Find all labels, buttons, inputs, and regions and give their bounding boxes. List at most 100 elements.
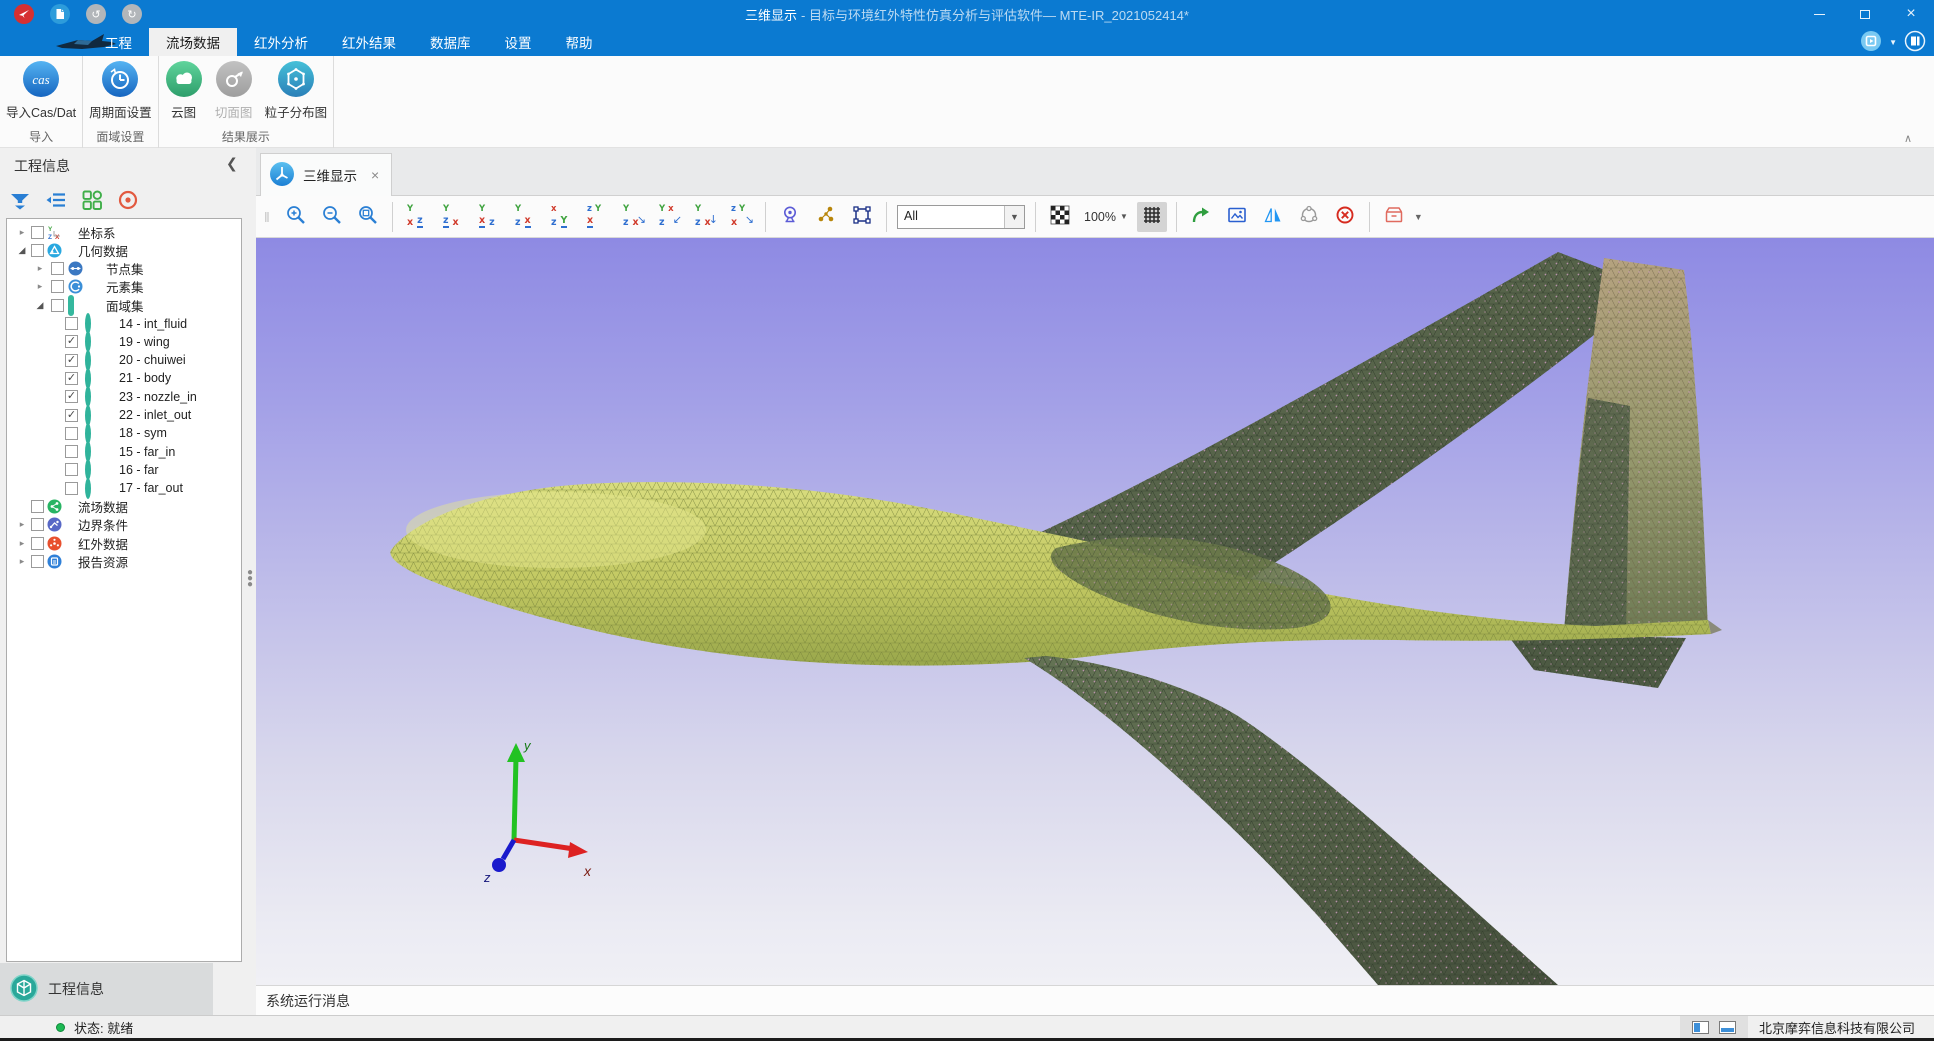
tree-row[interactable]: 18 - sym xyxy=(7,424,241,442)
tree-checkbox[interactable] xyxy=(65,463,78,476)
outline-list-icon[interactable] xyxy=(44,188,68,212)
tree-checkbox[interactable] xyxy=(31,537,44,550)
minimize-button[interactable] xyxy=(1796,0,1842,28)
sidebar-collapse-button[interactable]: ❮ xyxy=(226,155,238,172)
tree-row[interactable]: ◢面域集 xyxy=(7,296,241,314)
redo-icon[interactable]: ↻ xyxy=(122,4,142,24)
tree-checkbox[interactable]: ✓ xyxy=(65,390,78,403)
particle-map-button[interactable]: 粒子分布图 xyxy=(259,60,334,121)
tree-checkbox[interactable]: ✓ xyxy=(65,372,78,385)
expander-closed-icon[interactable]: ▸ xyxy=(35,263,45,274)
tree-checkbox[interactable] xyxy=(31,500,44,513)
filter-icon[interactable] xyxy=(8,188,32,212)
app-launch-icon[interactable] xyxy=(14,4,34,24)
tree-checkbox[interactable] xyxy=(31,555,44,568)
close-button[interactable]: × xyxy=(1888,0,1934,28)
expander-open-icon[interactable]: ◢ xyxy=(35,300,45,311)
menu-item-1[interactable]: 工程 xyxy=(88,28,149,56)
new-file-icon[interactable] xyxy=(50,4,70,24)
expander-open-icon[interactable]: ◢ xyxy=(17,245,27,256)
menu-item-3[interactable]: 红外分析 xyxy=(237,28,325,56)
tab-close-icon[interactable]: × xyxy=(371,167,379,183)
undo-icon[interactable]: ↺ xyxy=(86,4,106,24)
tree-checkbox[interactable] xyxy=(31,226,44,239)
tree-checkbox[interactable] xyxy=(51,262,64,275)
combo-dropdown-icon[interactable]: ▼ xyxy=(1004,206,1024,228)
view-orient-10-button[interactable]: zYx↘ xyxy=(726,202,756,232)
tree-row[interactable]: 17 - far_out xyxy=(7,479,241,497)
view-orient-4-button[interactable]: Yzx xyxy=(510,202,540,232)
periodic-face-button[interactable]: 周期面设置 xyxy=(83,60,158,121)
maximize-button[interactable] xyxy=(1842,0,1888,28)
zoom-in-button[interactable] xyxy=(281,202,311,232)
ribbon-collapse-button[interactable]: ∧ xyxy=(1904,132,1912,145)
tree-checkbox[interactable] xyxy=(51,280,64,293)
help-book-icon[interactable] xyxy=(1904,30,1926,55)
remove-button[interactable] xyxy=(1330,202,1360,232)
tree-row[interactable]: ✓20 - chuiwei xyxy=(7,351,241,369)
transparency-button[interactable] xyxy=(1045,202,1075,232)
view-orient-3-button[interactable]: Yxz xyxy=(474,202,504,232)
tree-row[interactable]: ✓21 - body xyxy=(7,369,241,387)
tab-3d-view[interactable]: 三维显示 × xyxy=(260,153,392,196)
tree-row[interactable]: ▸YZX坐标系 xyxy=(7,223,241,241)
menu-right-dropdown-icon[interactable]: ▼ xyxy=(1889,38,1897,47)
menu-item-7[interactable]: 帮助 xyxy=(549,28,610,56)
tree-row[interactable]: ✓23 - nozzle_in xyxy=(7,388,241,406)
tree-row[interactable]: ✓22 - inlet_out xyxy=(7,406,241,424)
view-orient-2-button[interactable]: Yzx xyxy=(438,202,468,232)
menu-item-4[interactable]: 红外结果 xyxy=(325,28,413,56)
tree-checkbox[interactable] xyxy=(65,317,78,330)
menu-item-2[interactable]: 流场数据 xyxy=(149,28,237,56)
locate-target-icon[interactable] xyxy=(116,188,140,212)
tree-checkbox[interactable] xyxy=(65,445,78,458)
mesh-grid-button[interactable] xyxy=(1137,202,1167,232)
import-cas-dat-button[interactable]: cas导入Cas/Dat xyxy=(0,60,82,121)
zoom-fit-button[interactable] xyxy=(353,202,383,232)
expander-closed-icon[interactable]: ▸ xyxy=(35,281,45,292)
expander-closed-icon[interactable]: ▸ xyxy=(17,556,27,567)
view-orient-6-button[interactable]: zYx xyxy=(582,202,612,232)
view-orient-5-button[interactable]: xzY xyxy=(546,202,576,232)
tree-checkbox[interactable]: ✓ xyxy=(65,409,78,422)
contour-button[interactable]: 云图 xyxy=(159,60,209,121)
save-scene-button[interactable] xyxy=(1379,202,1409,232)
tree-checkbox[interactable] xyxy=(51,299,64,312)
viewport-3d[interactable]: x y z xyxy=(256,238,1934,985)
toolbar-drag-handle[interactable]: ‖ xyxy=(264,209,274,225)
panel-splitter[interactable]: ●●● xyxy=(247,570,253,588)
probe-button[interactable] xyxy=(775,202,805,232)
tree-row[interactable]: ▸节点集 xyxy=(7,260,241,278)
tree-checkbox[interactable]: ✓ xyxy=(65,354,78,367)
menu-item-6[interactable]: 设置 xyxy=(488,28,549,56)
layout-bottom-panel-icon[interactable] xyxy=(1719,1021,1736,1034)
grid-view-icon[interactable] xyxy=(80,188,104,212)
point-cloud-button[interactable] xyxy=(1294,202,1324,232)
tree-row[interactable]: ◢几何数据 xyxy=(7,241,241,259)
tree-checkbox[interactable] xyxy=(31,518,44,531)
expander-closed-icon[interactable]: ▸ xyxy=(17,227,27,238)
quick-panel-icon[interactable] xyxy=(1860,30,1882,55)
expander-closed-icon[interactable]: ▸ xyxy=(17,519,27,530)
view-orient-1-button[interactable]: Yxz xyxy=(402,202,432,232)
tree-checkbox[interactable]: ✓ xyxy=(65,335,78,348)
tree-checkbox[interactable] xyxy=(31,244,44,257)
mirror-button[interactable] xyxy=(1258,202,1288,232)
expander-closed-icon[interactable]: ▸ xyxy=(17,538,27,549)
export-view-button[interactable] xyxy=(1186,202,1216,232)
zoom-level-select[interactable]: 100%▼ xyxy=(1084,210,1128,224)
tree-row[interactable]: 15 - far_in xyxy=(7,443,241,461)
tree-row[interactable]: ✓19 - wing xyxy=(7,333,241,351)
view-orient-9-button[interactable]: Yzx↓ xyxy=(690,202,720,232)
sidebar-bottom-tab[interactable]: 工程信息 xyxy=(0,963,213,1015)
tree-row[interactable]: 16 - far xyxy=(7,461,241,479)
tree-checkbox[interactable] xyxy=(65,482,78,495)
save-scene-more[interactable]: ▼ xyxy=(1414,212,1423,222)
tree-row[interactable]: 14 - int_fluid xyxy=(7,315,241,333)
view-orient-7-button[interactable]: Yzx↘ xyxy=(618,202,648,232)
layout-left-panel-icon[interactable] xyxy=(1692,1021,1709,1034)
zoom-out-button[interactable] xyxy=(317,202,347,232)
tree-row[interactable]: ▸元素集 xyxy=(7,278,241,296)
tree-checkbox[interactable] xyxy=(65,427,78,440)
box-select-button[interactable] xyxy=(847,202,877,232)
